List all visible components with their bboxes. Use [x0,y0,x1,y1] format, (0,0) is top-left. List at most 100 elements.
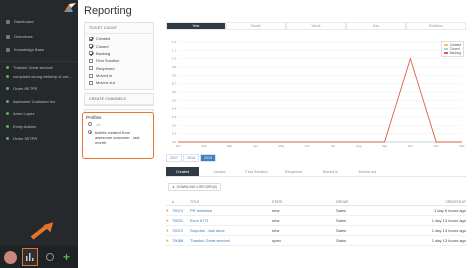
year-button[interactable]: 2019 [200,154,216,162]
checkbox[interactable] [89,66,93,71]
x-tick-label: Aug [356,144,362,148]
y-tick-label: 0.7 [172,82,177,86]
ticket-count-option[interactable]: Moved out [85,79,153,86]
result-tab[interactable]: Closed [203,167,236,176]
ticket-count-option[interactable]: Closed [85,42,153,49]
y-tick-label: 0.9 [172,65,177,69]
checkbox-label: Closed [96,43,109,49]
settings-icon[interactable] [46,253,54,261]
result-tab[interactable]: Created [166,167,199,176]
nav-item[interactable]: Dashboard [0,16,78,27]
profile-option[interactable]: tickets created from awesome customer - … [86,128,150,146]
ticket-count-option[interactable]: Reopened [85,65,153,72]
ticket-number[interactable]: 79088 [172,238,190,243]
radio-button[interactable] [88,122,92,126]
checkbox[interactable] [89,58,93,63]
nav-item-label: complaint wrong delivery of ord… [13,74,73,79]
nav-item[interactable]: complaint wrong delivery of ord… [0,71,78,82]
year-button[interactable]: 2018 [183,154,199,162]
ticket-count-option[interactable]: Backlog [85,50,153,57]
year-button[interactable]: 2017 [166,154,182,162]
result-tabs: Created Closed First Solution Reopened Moved… [166,167,466,177]
ticket-title[interactable]: Thanks! Great service! [190,238,272,243]
period-tabs: Year Month Week Day Realtime [166,22,466,30]
ticket-group: Sales [336,228,347,233]
checkbox-label: Moved out [96,80,115,86]
ticket-count-title: TICKET COUNT [85,23,153,34]
ticket-title[interactable]: PR Indeklad [190,208,272,213]
download-icon: ⬇ [172,185,175,189]
radio-button[interactable] [88,130,92,134]
checkbox[interactable] [89,36,93,41]
y-tick-label: 0.8 [172,73,177,77]
download-button[interactable]: ⬇ DOWNLOAD 4 RECORD(S) [168,183,222,191]
ticket-group: Sales [336,218,347,223]
nav-item[interactable]: Awesome Customer Inc [0,96,78,107]
nav-item[interactable]: Order 3R7PR [0,133,78,144]
table-row[interactable]: ● 79074 PR Indeklad new Sales 1 day 6 hours a… [166,206,466,216]
period-tab[interactable]: Year [166,22,226,30]
nav-item-label: Anne Lopez [13,111,35,116]
ticket-number[interactable]: 79074 [172,208,190,213]
nav-item[interactable]: Knowledge Base [0,44,78,55]
ticket-number[interactable]: 79031 [172,218,190,223]
checkbox[interactable] [89,51,93,56]
checkbox[interactable] [89,73,93,78]
ticket-count-option[interactable]: Created [85,35,153,42]
ticket-title[interactable]: Surprise - last done [190,228,272,233]
x-tick-label: Oct [408,144,413,148]
ticket-number[interactable]: 79072 [172,228,190,233]
nav-item[interactable]: Anne Lopez [0,108,78,119]
result-tab[interactable]: Reopened [277,167,310,176]
tickets-table: # TITLE STATE GROUP CREATED AT ● 79074 PR … [166,199,466,246]
period-tab[interactable]: Day [346,22,406,30]
checkbox-label: Moved in [96,73,113,79]
create-channels-title[interactable]: CREATE CHANNELS [85,94,153,105]
x-tick-label: Mar [227,144,232,148]
ticket-title[interactable]: Error #771 [190,218,272,223]
nav-item[interactable]: Order 98 TPE [0,83,78,94]
overviews-icon [6,34,10,39]
profile-option-label: tickets created from awesome customer - … [95,129,140,145]
result-tab[interactable]: Moved in [314,167,347,176]
organization-icon [6,100,9,103]
download-label: DOWNLOAD 4 RECORD(S) [176,185,218,189]
period-tab[interactable]: Week [286,22,346,30]
period-tab[interactable]: Month [226,22,286,30]
profile-option[interactable]: -all- [86,120,150,128]
y-tick-label: 0.3 [172,115,177,119]
table-row[interactable]: ● 79088 Thanks! Great service! open Sales 1 d… [166,236,466,246]
x-tick-label: Dec [459,144,465,148]
result-tab[interactable]: Moved out [351,167,384,176]
ticket-created: 1 day 13 hours ago [431,218,466,223]
nav-item[interactable]: Overviews [0,31,78,42]
result-tab[interactable]: First Solution [240,167,273,176]
filters-panel: TICKET COUNT Created Closed Backlog First S… [84,22,154,125]
ticket-state: new [272,208,280,213]
period-tab[interactable]: Realtime [406,22,466,30]
plus-icon[interactable]: + [63,251,70,263]
nav-item[interactable]: Emily Adams [0,121,78,132]
table-row[interactable]: ● 79031 Error #771 new Sales 1 day 13 hours a… [166,216,466,226]
col-group: GROUP [336,200,349,204]
reports-button[interactable] [22,248,38,266]
chart-canvas: 0.00.10.20.30.40.50.60.70.80.91.01.11.2J… [172,40,465,148]
legend-item: Backlog [444,51,461,55]
legend-label: Backlog [449,51,461,55]
table-row[interactable]: ● 79072 Surprise - last done new Sales 1 day … [166,226,466,236]
y-tick-label: 0.2 [172,123,177,127]
ticket-count-option[interactable]: First Solution [85,57,153,64]
avatar[interactable] [4,251,17,264]
ticket-created: 1 day 13 hours ago [431,238,466,243]
knowledge-base-icon [6,47,10,52]
create-channels-filter[interactable]: CREATE CHANNELS [84,92,154,106]
checkbox[interactable] [89,44,93,49]
col-title: TITLE [190,200,200,204]
profile-option-label: -all- [95,121,102,127]
user-icon [6,125,9,128]
checkbox[interactable] [89,80,93,85]
col-created: CREATED AT [445,200,466,204]
x-tick-label: May [278,144,284,148]
checkbox-label: Created [96,36,111,42]
ticket-count-option[interactable]: Moved in [85,72,153,79]
